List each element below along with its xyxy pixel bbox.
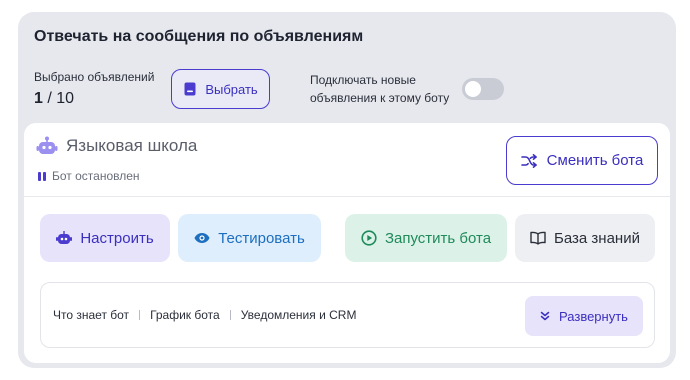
- divider: [24, 196, 670, 197]
- setup-bot-button[interactable]: Настроить: [40, 214, 170, 262]
- auto-connect-toggle[interactable]: [462, 78, 504, 100]
- select-ads-button[interactable]: Выбрать: [171, 69, 270, 109]
- robot-settings-icon: [56, 230, 73, 244]
- test-bot-label: Тестировать: [218, 229, 305, 247]
- auto-connect-label: Подключать новые объявления к этому боту: [310, 73, 450, 105]
- test-bot-button[interactable]: Тестировать: [178, 214, 321, 262]
- play-icon: [361, 230, 377, 246]
- link-bot-schedule[interactable]: График бота: [150, 308, 220, 322]
- toggle-knob: [465, 81, 481, 97]
- select-ads-button-label: Выбрать: [205, 81, 258, 97]
- double-chevron-down-icon: [540, 311, 550, 321]
- change-bot-button[interactable]: Сменить бота: [506, 136, 658, 185]
- bot-settings-card: Отвечать на сообщения по объявлениям Выб…: [18, 12, 676, 368]
- expand-button[interactable]: Развернуть: [525, 296, 643, 336]
- knowledge-base-label: База знаний: [554, 229, 640, 247]
- link-bot-knowledge[interactable]: Что знает бот: [53, 308, 129, 322]
- count-separator: /: [42, 90, 57, 107]
- selected-count-value: 1: [34, 90, 43, 107]
- robot-icon: [36, 136, 58, 154]
- eye-icon: [194, 233, 210, 243]
- bot-status-text: Бот остановлен: [52, 169, 140, 183]
- setup-bot-label: Настроить: [80, 229, 154, 247]
- expand-button-label: Развернуть: [559, 308, 628, 324]
- page-title: Отвечать на сообщения по объявлениям: [34, 28, 364, 45]
- bot-header: Языковая школа: [36, 136, 197, 156]
- link-separator: [229, 310, 231, 320]
- pause-icon: [38, 171, 46, 181]
- run-bot-button[interactable]: Запустить бота: [345, 214, 507, 262]
- change-bot-button-label: Сменить бота: [546, 152, 644, 169]
- selected-ads-count: 1 / 10: [34, 90, 74, 108]
- bot-status: Бот остановлен: [38, 169, 140, 183]
- bot-panel: Языковая школа Бот остановлен Сменить бо…: [24, 123, 670, 363]
- bot-details-panel: Что знает бот График бота Уведомления и …: [40, 282, 655, 348]
- run-bot-label: Запустить бота: [384, 229, 492, 247]
- knowledge-base-button[interactable]: База знаний: [515, 214, 655, 262]
- details-links: Что знает бот График бота Уведомления и …: [53, 308, 356, 322]
- link-notifications-crm[interactable]: Уведомления и CRM: [241, 308, 357, 322]
- bot-name: Языковая школа: [66, 136, 198, 155]
- document-icon: [184, 82, 196, 96]
- book-icon: [530, 231, 546, 245]
- total-count-value: 10: [56, 90, 75, 107]
- shuffle-icon: [520, 153, 537, 168]
- link-separator: [139, 310, 141, 320]
- selected-ads-label: Выбрано объявлений: [34, 70, 155, 84]
